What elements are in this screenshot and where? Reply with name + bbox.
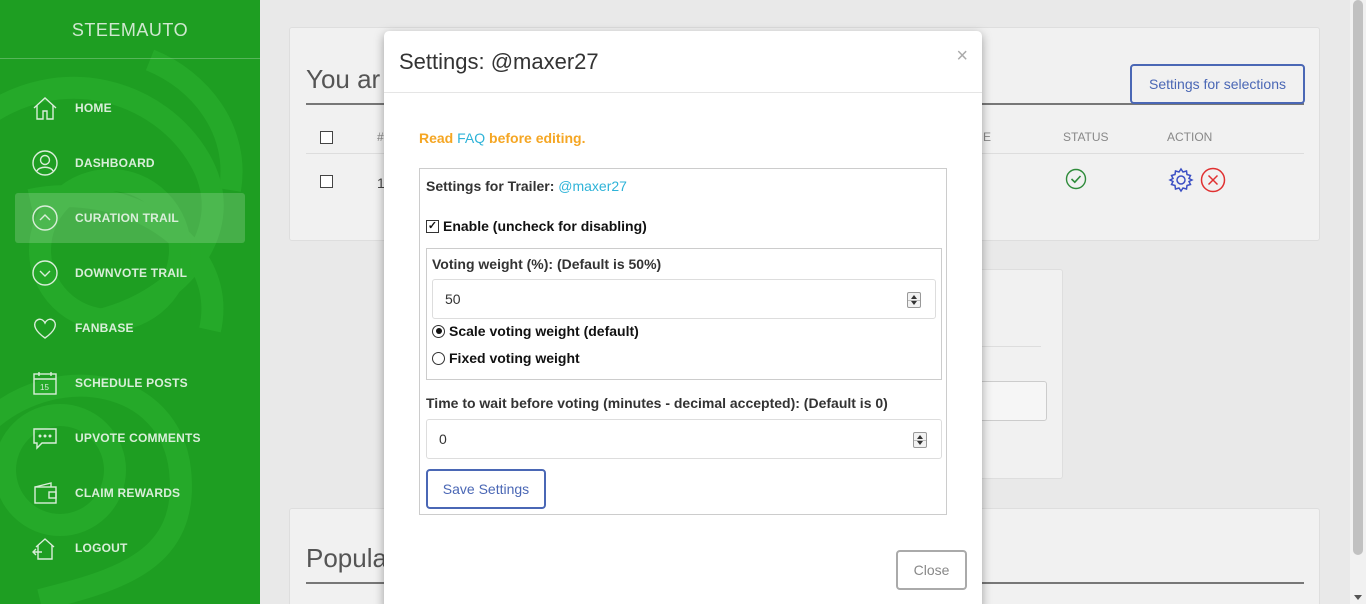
scrollbar-thumb[interactable]: [1353, 0, 1363, 555]
step-up-icon[interactable]: [917, 435, 923, 439]
close-button[interactable]: Close: [896, 550, 967, 590]
wait-time-value: 0: [439, 431, 447, 447]
wait-time-stepper[interactable]: [913, 432, 927, 448]
faq-suffix: before editing.: [485, 130, 586, 146]
trailer-link[interactable]: @maxer27: [558, 178, 627, 194]
scale-weight-radio[interactable]: [432, 324, 445, 338]
close-icon[interactable]: ×: [956, 45, 968, 68]
step-down-icon[interactable]: [917, 441, 923, 445]
faq-prefix: Read: [419, 130, 458, 146]
trailer-settings-form: Settings for Trailer: @maxer27 ✓ Enable …: [419, 168, 947, 515]
fixed-weight-radio[interactable]: [432, 351, 445, 365]
step-down-icon[interactable]: [911, 301, 917, 305]
enable-checkbox[interactable]: ✓: [426, 219, 439, 233]
voting-weight-value: 50: [445, 291, 461, 307]
modal-header: Settings: @maxer27 ×: [384, 31, 982, 93]
scroll-down-icon[interactable]: [1354, 595, 1362, 600]
save-settings-button[interactable]: Save Settings: [426, 469, 546, 509]
fixed-weight-label: Fixed voting weight: [449, 350, 580, 366]
fixed-weight-option[interactable]: Fixed voting weight: [432, 350, 580, 366]
scale-weight-option[interactable]: Scale voting weight (default): [432, 323, 639, 339]
enable-label: Enable (uncheck for disabling): [443, 218, 647, 234]
trailer-heading: Settings for Trailer: @maxer27: [426, 178, 627, 194]
wait-time-label: Time to wait before voting (minutes - de…: [426, 395, 888, 411]
wait-time-input[interactable]: 0: [426, 419, 942, 459]
faq-link[interactable]: FAQ: [457, 130, 485, 146]
page-scrollbar[interactable]: [1350, 0, 1366, 604]
step-up-icon[interactable]: [911, 295, 917, 299]
voting-weight-group: Voting weight (%): (Default is 50%) 50 S…: [426, 248, 942, 380]
voting-weight-stepper[interactable]: [907, 292, 921, 308]
settings-modal: Settings: @maxer27 × Read FAQ before edi…: [384, 31, 982, 604]
modal-title: Settings: @maxer27: [399, 49, 599, 74]
scale-weight-label: Scale voting weight (default): [449, 323, 639, 339]
trailer-label: Settings for Trailer:: [426, 178, 559, 194]
voting-weight-input[interactable]: 50: [432, 279, 936, 319]
faq-notice: Read FAQ before editing.: [419, 130, 585, 146]
enable-option[interactable]: ✓ Enable (uncheck for disabling): [426, 218, 647, 234]
voting-weight-label: Voting weight (%): (Default is 50%): [432, 256, 662, 272]
